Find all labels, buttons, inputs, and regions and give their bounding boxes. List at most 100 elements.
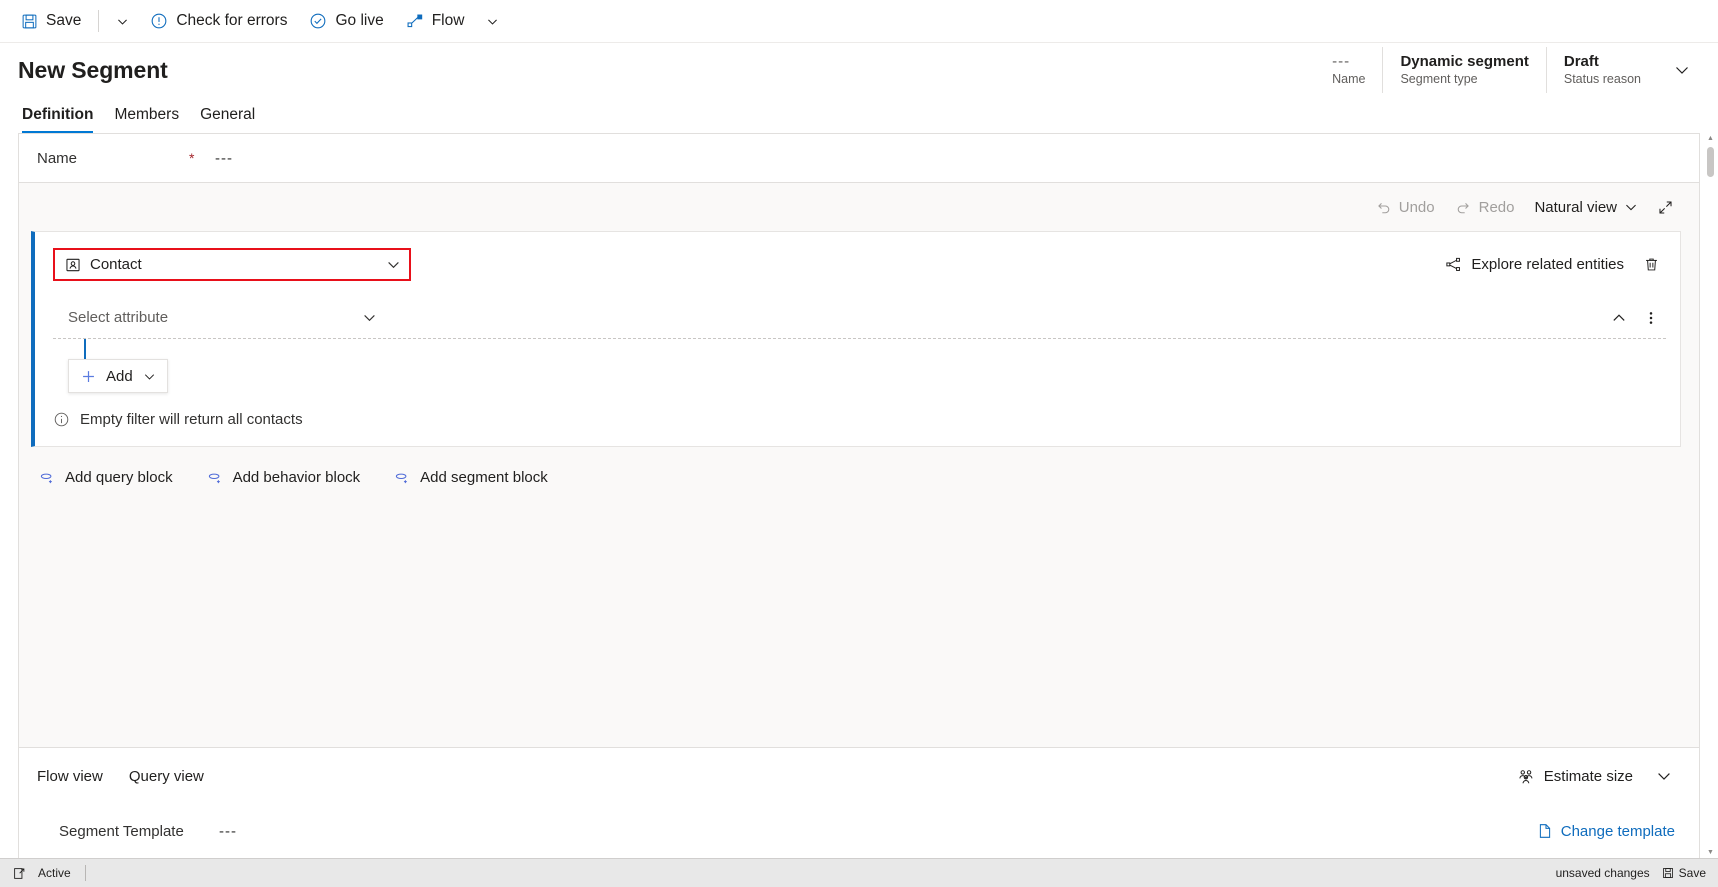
name-field-row: Name * ---: [19, 134, 1699, 183]
flow-icon: [406, 12, 424, 30]
status-bar-divider: [84, 865, 86, 881]
redo-icon: [1455, 199, 1472, 216]
chevron-down-icon: [116, 15, 129, 28]
popout-icon[interactable]: [8, 862, 30, 884]
check-circle-icon: [309, 12, 327, 30]
header-name-label: Name: [1332, 72, 1366, 86]
undo-icon: [1375, 199, 1392, 216]
add-segment-block-button[interactable]: Add segment block: [388, 465, 554, 490]
attribute-row-actions: [1604, 303, 1666, 333]
add-query-block-button[interactable]: Add query block: [33, 465, 179, 490]
query-block-card: Contact Explore related entities Select …: [31, 231, 1681, 447]
flow-label: Flow: [431, 12, 465, 29]
error-circle-icon: [150, 12, 168, 30]
scrollbar-thumb[interactable]: [1707, 147, 1714, 177]
attribute-select-placeholder: Select attribute: [68, 308, 169, 326]
segment-template-row: Segment Template --- Change template: [19, 804, 1699, 858]
page-title: New Segment: [18, 56, 168, 83]
chevron-down-icon: [362, 310, 383, 325]
chevron-down-icon: [1674, 62, 1690, 78]
tab-general-label: General: [200, 106, 256, 123]
definition-body: Name * --- Undo Redo Natural view Contac…: [0, 133, 1718, 858]
save-button[interactable]: Save: [10, 1, 92, 41]
collapse-block-button[interactable]: [1604, 303, 1634, 333]
flow-view-tab[interactable]: Flow view: [37, 768, 103, 785]
tab-members-label: Members: [114, 106, 180, 123]
name-field-value[interactable]: ---: [215, 150, 233, 167]
tab-strip: Definition Members General: [0, 97, 1718, 133]
add-query-icon: [39, 469, 56, 486]
segment-template-label: Segment Template: [59, 822, 184, 840]
explore-related-entities-button[interactable]: Explore related entities: [1437, 250, 1632, 280]
estimate-group: Estimate size: [1509, 760, 1681, 792]
chevron-down-icon: [386, 257, 401, 272]
tab-members[interactable]: Members: [114, 106, 179, 133]
info-circle-icon: [53, 411, 70, 428]
share-nodes-icon: [1445, 256, 1462, 273]
people-icon: [1517, 767, 1535, 785]
add-segment-block-label: Add segment block: [420, 469, 548, 486]
query-view-tab[interactable]: Query view: [129, 768, 204, 785]
go-live-label: Go live: [335, 12, 384, 29]
unsaved-changes-text: unsaved changes: [1555, 866, 1650, 880]
status-save-button[interactable]: Save: [1662, 866, 1706, 880]
command-bar-divider: [98, 10, 100, 32]
scroll-down-arrow[interactable]: ▼: [1705, 847, 1716, 858]
add-condition-button[interactable]: Add: [68, 359, 168, 393]
header-field-status-reason: Draft Status reason: [1545, 47, 1658, 93]
required-asterisk: *: [189, 150, 195, 166]
plus-icon: [81, 369, 96, 384]
add-behavior-block-button[interactable]: Add behavior block: [201, 465, 367, 490]
undo-button[interactable]: Undo: [1366, 191, 1444, 223]
flow-button[interactable]: Flow: [395, 1, 476, 41]
header-field-segment-type: Dynamic segment Segment type: [1382, 47, 1545, 93]
add-connector-line: [84, 339, 86, 361]
view-mode-label: Natural view: [1534, 198, 1617, 216]
contact-entity-icon: [65, 257, 81, 273]
estimate-expand-button[interactable]: [1647, 760, 1681, 792]
redo-label: Redo: [1478, 198, 1515, 216]
change-template-label: Change template: [1560, 822, 1675, 840]
status-state-text: Active: [38, 866, 71, 880]
empty-filter-hint: Empty filter will return all contacts: [35, 411, 1680, 446]
scroll-up-arrow[interactable]: ▲: [1705, 133, 1716, 144]
chevron-down-icon: [486, 15, 499, 28]
segment-template-value: ---: [219, 822, 237, 840]
definition-panel: Name * --- Undo Redo Natural view Contac…: [18, 133, 1700, 858]
add-segment-icon: [394, 469, 411, 486]
check-for-errors-button[interactable]: Check for errors: [139, 1, 298, 41]
block-more-options-button[interactable]: [1636, 303, 1666, 333]
tab-definition-label: Definition: [22, 106, 94, 123]
flow-options-chevron[interactable]: [475, 1, 509, 41]
undo-label: Undo: [1398, 198, 1435, 216]
view-mode-button[interactable]: Natural view: [1525, 191, 1647, 223]
flow-view-label: Flow view: [37, 767, 103, 785]
chevron-down-icon: [143, 370, 156, 383]
add-behavior-block-label: Add behavior block: [232, 469, 361, 486]
delete-block-button[interactable]: [1636, 250, 1666, 280]
empty-filter-hint-text: Empty filter will return all contacts: [80, 411, 303, 428]
chevron-down-icon: [1624, 200, 1638, 214]
save-options-chevron[interactable]: [105, 1, 139, 41]
tab-general[interactable]: General: [200, 106, 255, 133]
redo-button[interactable]: Redo: [1446, 191, 1524, 223]
change-template-button[interactable]: Change template: [1531, 819, 1681, 844]
expand-canvas-button[interactable]: [1649, 191, 1681, 223]
header-expand-button[interactable]: [1664, 47, 1700, 93]
add-query-block-label: Add query block: [65, 469, 173, 486]
attribute-select[interactable]: Select attribute: [53, 303, 383, 331]
estimate-size-button[interactable]: Estimate size: [1509, 760, 1641, 792]
estimate-size-label: Estimate size: [1543, 767, 1633, 785]
query-block-header: Contact Explore related entities: [35, 248, 1680, 281]
vertical-scrollbar[interactable]: ▲ ▼: [1705, 133, 1716, 858]
query-view-label: Query view: [128, 767, 204, 785]
add-behavior-icon: [207, 469, 224, 486]
tab-definition[interactable]: Definition: [22, 106, 94, 133]
chevron-down-icon: [1656, 768, 1672, 784]
entity-select[interactable]: Contact: [53, 248, 411, 281]
document-icon: [1537, 823, 1553, 839]
save-icon: [1662, 867, 1674, 879]
explore-related-entities-label: Explore related entities: [1471, 256, 1624, 273]
add-condition-region: Add: [35, 339, 1680, 411]
go-live-button[interactable]: Go live: [298, 1, 394, 41]
